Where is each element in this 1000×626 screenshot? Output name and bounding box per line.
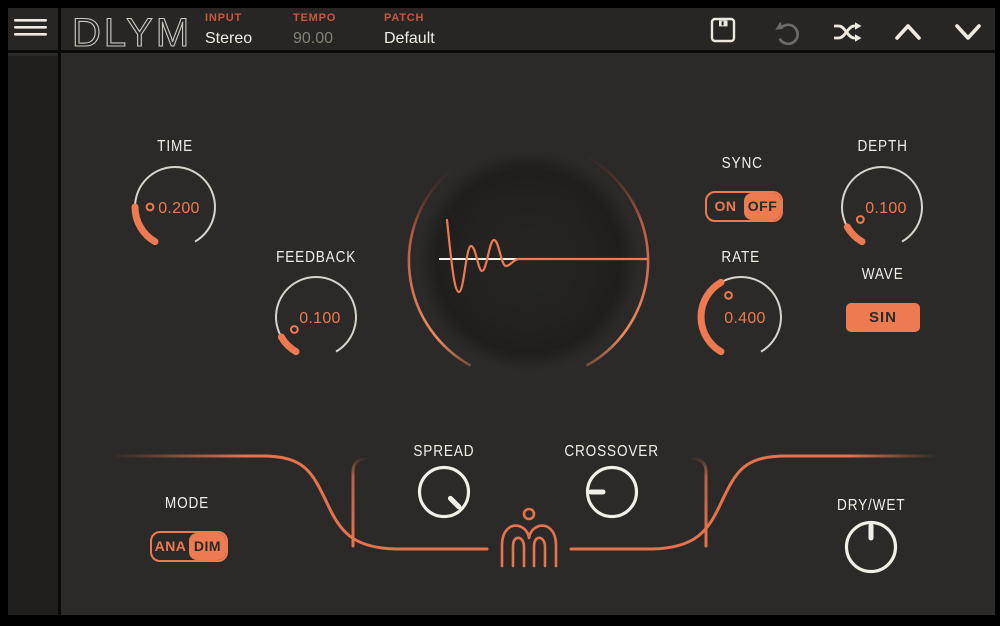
depth-knob[interactable]: 0.100	[834, 159, 930, 255]
top-bar: DLYM INPUT Stereo TEMPO 90.00 PATCH Defa…	[8, 8, 995, 53]
svg-text:0.100: 0.100	[299, 310, 341, 327]
mode-ana-option[interactable]: ANA	[152, 533, 189, 560]
undo-icon[interactable]	[774, 19, 800, 45]
rate-label: RATE	[661, 249, 821, 267]
tempo-value[interactable]: 90.00	[293, 30, 336, 48]
sidebar-divider	[58, 8, 61, 615]
next-patch-icon[interactable]	[954, 21, 982, 43]
svg-text:0.100: 0.100	[865, 200, 907, 217]
patch-label: PATCH	[384, 12, 435, 24]
feedback-label: FEEDBACK	[236, 249, 396, 267]
input-label: INPUT	[205, 12, 252, 24]
crossover-knob[interactable]	[582, 462, 642, 522]
input-field: INPUT Stereo	[205, 12, 252, 48]
plugin-window: DLYM INPUT Stereo TEMPO 90.00 PATCH Defa…	[8, 8, 995, 615]
save-icon[interactable]	[710, 17, 736, 44]
waveform-display	[395, 128, 665, 390]
app-logo: DLYM	[68, 10, 198, 54]
previous-patch-icon[interactable]	[894, 21, 922, 43]
time-label: TIME	[95, 138, 255, 156]
sync-off-option[interactable]: OFF	[744, 193, 781, 220]
spread-label: SPREAD	[364, 443, 524, 461]
patch-value[interactable]: Default	[384, 30, 435, 48]
feedback-knob[interactable]: 0.100	[268, 269, 364, 365]
spread-knob[interactable]	[414, 462, 474, 522]
svg-text:DLYM: DLYM	[72, 11, 192, 54]
menu-hamburger-icon[interactable]	[13, 17, 51, 45]
sync-on-option[interactable]: ON	[707, 193, 744, 220]
crossover-label: CROSSOVER	[532, 443, 692, 461]
mode-dim-option[interactable]: DIM	[189, 533, 226, 560]
svg-text:0.200: 0.200	[158, 200, 200, 217]
patch-field: PATCH Default	[384, 12, 435, 48]
sync-label: SYNC	[662, 155, 822, 173]
rate-knob[interactable]: 0.400	[693, 269, 789, 365]
time-knob[interactable]: 0.200	[127, 159, 223, 255]
mode-toggle: ANA DIM	[150, 531, 228, 562]
randomize-icon[interactable]	[833, 19, 862, 45]
drywet-label: DRY/WET	[791, 497, 951, 515]
svg-text:0.400: 0.400	[724, 310, 766, 327]
imaginando-logo	[502, 509, 556, 566]
wave-label: WAVE	[803, 266, 963, 284]
tempo-label: TEMPO	[293, 12, 336, 24]
depth-label: DEPTH	[803, 138, 963, 156]
sync-toggle: ON OFF	[705, 191, 783, 222]
input-value[interactable]: Stereo	[205, 30, 252, 48]
wave-select-button[interactable]: SIN	[846, 303, 920, 332]
sidebar	[8, 56, 58, 615]
tempo-field: TEMPO 90.00	[293, 12, 336, 48]
drywet-knob[interactable]	[841, 517, 901, 577]
mode-label: MODE	[107, 495, 267, 513]
